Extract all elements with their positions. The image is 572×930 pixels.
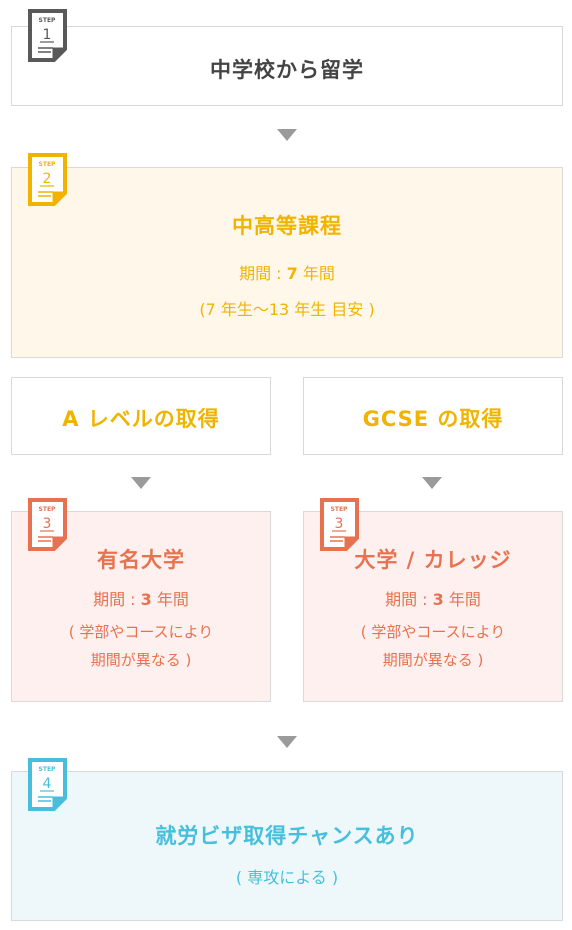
step4-title: 就労ビザ取得チャンスあり — [155, 824, 419, 848]
step3-right-note1: ( 学部やコースにより — [360, 623, 506, 641]
step2-period-prefix: 期間 : — [239, 264, 287, 283]
step4-badge-icon: STEP 4 — [27, 757, 69, 811]
step2-badge-icon: STEP 2 — [27, 152, 69, 206]
step2-note: (7 年生〜13 年生 目安 ) — [199, 300, 375, 319]
branch-right-box: GCSE の取得 — [303, 377, 563, 455]
step4-badge-label: STEP — [39, 766, 57, 773]
branch-left-box: A レベルの取得 — [11, 377, 271, 455]
branch-left-title: A レベルの取得 — [62, 407, 220, 431]
step1-badge-icon: STEP 1 — [27, 8, 69, 62]
step2-period-suffix: 年間 — [297, 264, 335, 283]
step2-title: 中高等課程 — [232, 214, 342, 238]
step4-box: 就労ビザ取得チャンスあり ( 専攻による ) — [11, 771, 563, 921]
step3-right-badge-label: STEP — [331, 506, 349, 513]
step3-left-note2: 期間が異なる ) — [90, 651, 192, 669]
step3-left-badge-number: 3 — [43, 516, 52, 532]
step3-left-note1: ( 学部やコースにより — [68, 623, 214, 641]
step3-right-period: 期間 : 3 年間 — [304, 586, 562, 610]
step3-left-period-num: 3 — [140, 590, 152, 609]
step3-right-note2: 期間が異なる ) — [382, 651, 484, 669]
step3-left-period-prefix: 期間 : — [93, 590, 141, 609]
step3-left-period-suffix: 年間 — [151, 590, 189, 609]
step4-badge-number: 4 — [43, 776, 52, 792]
step2-period-num: 7 — [286, 264, 298, 283]
branch-right-title: GCSE の取得 — [362, 407, 504, 431]
step3-right-period-suffix: 年間 — [443, 590, 481, 609]
step3-right-period-prefix: 期間 : — [385, 590, 433, 609]
step3-left-period: 期間 : 3 年間 — [12, 586, 270, 610]
arrow-down-left-icon — [131, 477, 151, 489]
arrow-down-icon-2 — [277, 736, 297, 748]
step1-box: 中学校から留学 — [11, 26, 563, 106]
step1-badge-label: STEP — [39, 17, 57, 24]
step1-title: 中学校から留学 — [210, 58, 364, 82]
step1-badge-number: 1 — [43, 27, 52, 43]
step3-right-badge-icon: STEP 3 — [319, 497, 361, 551]
arrow-down-icon — [277, 129, 297, 141]
step2-period: 期間 : 7 年間 — [12, 260, 562, 284]
step2-badge-label: STEP — [39, 161, 57, 168]
step2-box: 中高等課程 期間 : 7 年間 (7 年生〜13 年生 目安 ) — [11, 167, 563, 358]
step3-left-badge-label: STEP — [39, 506, 57, 513]
step3-left-badge-icon: STEP 3 — [27, 497, 69, 551]
step3-right-period-num: 3 — [432, 590, 444, 609]
step4-note: ( 専攻による ) — [235, 868, 339, 887]
step2-badge-number: 2 — [43, 171, 52, 187]
arrow-down-right-icon — [422, 477, 442, 489]
step3-right-badge-number: 3 — [335, 516, 344, 532]
